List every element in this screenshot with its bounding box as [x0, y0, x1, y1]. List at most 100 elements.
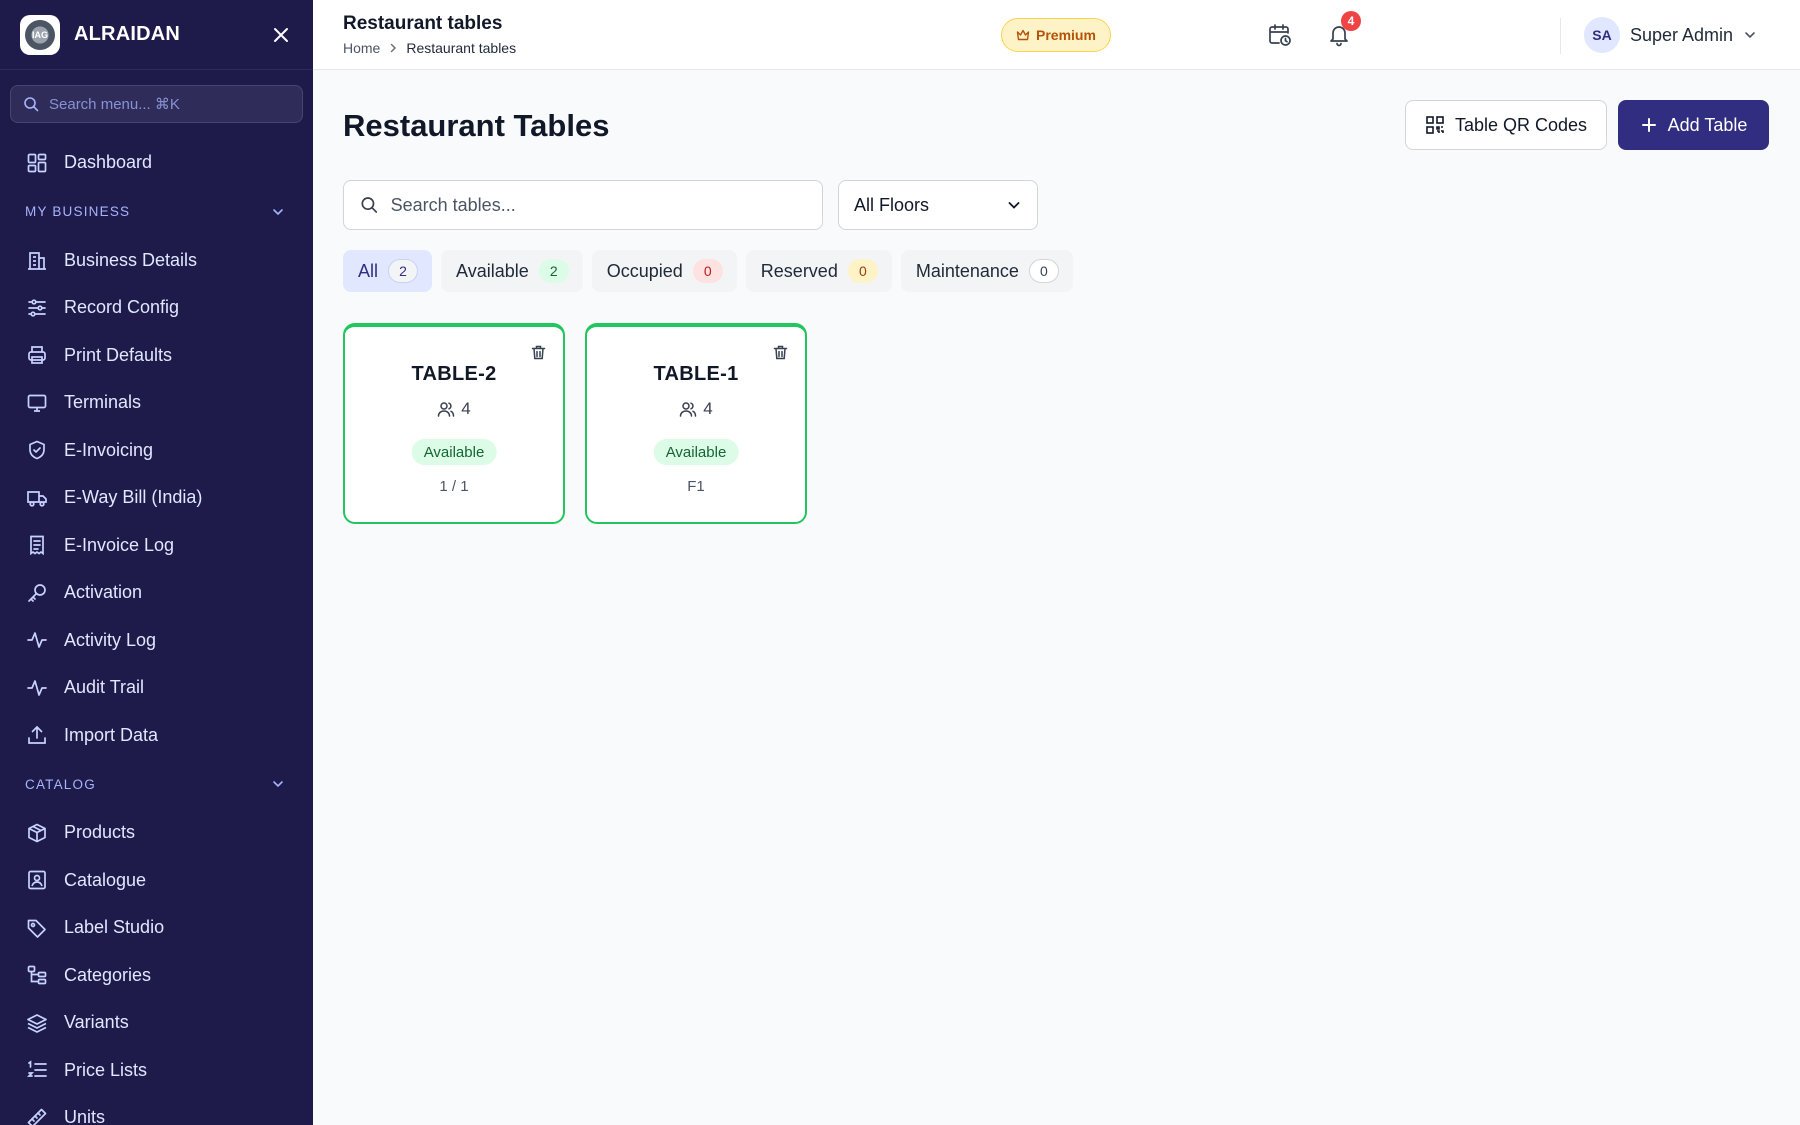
page-title: Restaurant tables	[343, 13, 503, 34]
user-menu[interactable]: SA Super Admin	[1584, 17, 1757, 53]
sidebar-item-price-lists[interactable]: Price Lists	[0, 1047, 313, 1095]
sidebar-section-catalog[interactable]: CATALOG	[0, 759, 313, 809]
delete-table-button[interactable]	[769, 341, 791, 363]
sidebar-item-units[interactable]: Units	[0, 1094, 313, 1125]
table-card[interactable]: TABLE-1 4 Available F1	[585, 323, 807, 524]
filter-label: Maintenance	[915, 260, 1019, 281]
sidebar-item-record-config[interactable]: Record Config	[0, 284, 313, 332]
image-icon	[28, 870, 46, 890]
calendar-schedule-button[interactable]	[1262, 17, 1298, 53]
sidebar-item-catalogue[interactable]: Catalogue	[0, 857, 313, 905]
sidebar-item-activation[interactable]: Activation	[0, 569, 313, 617]
sidebar-item-import-data[interactable]: Import Data	[0, 712, 313, 760]
main-heading: Restaurant Tables	[343, 108, 610, 143]
activity-icon	[27, 632, 47, 649]
table-qr-codes-button[interactable]: Table QR Codes	[1405, 100, 1607, 150]
filter-tab-all[interactable]: All 2	[343, 250, 433, 292]
crown-icon	[1016, 29, 1030, 41]
table-card[interactable]: TABLE-2 4 Available 1 / 1	[343, 323, 565, 524]
filter-count: 0	[1028, 259, 1059, 283]
sidebar-item-label: Business Details	[64, 249, 198, 270]
main-content: Restaurant Tables Table QR Codes Add Tab…	[313, 70, 1800, 1125]
seat-count: 4	[703, 399, 713, 418]
sidebar-item-label: Record Config	[64, 297, 180, 318]
building-icon	[28, 252, 46, 271]
sidebar-item-terminals[interactable]: Terminals	[0, 379, 313, 427]
status-badge: Available	[411, 439, 497, 465]
monitor-icon	[27, 394, 47, 412]
ruler-icon	[27, 1108, 47, 1125]
sidebar-item-label: Variants	[64, 1012, 129, 1033]
qr-code-icon	[1426, 116, 1444, 134]
brand-name: ALRAIDAN	[74, 23, 181, 45]
sidebar: IAG ALRAIDAN Dashboard MY BUSINESS Busin…	[0, 0, 313, 1125]
sidebar-item-print-defaults[interactable]: Print Defaults	[0, 332, 313, 380]
table-search-input[interactable]	[390, 194, 806, 216]
users-icon	[680, 402, 697, 417]
filter-tab-maintenance[interactable]: Maintenance 0	[900, 250, 1073, 292]
premium-label: Premium	[1036, 27, 1096, 43]
sidebar-section-my-business[interactable]: MY BUSINESS	[0, 187, 313, 237]
shield-check-icon	[29, 440, 45, 460]
filter-count: 2	[388, 259, 419, 283]
brand-logo[interactable]: IAG	[20, 14, 60, 55]
table-seats: 4	[345, 399, 563, 419]
chevron-down-icon	[273, 208, 283, 215]
sidebar-item-categories[interactable]: Categories	[0, 952, 313, 1000]
key-icon	[28, 583, 46, 602]
sidebar-item-business-details[interactable]: Business Details	[0, 237, 313, 285]
notifications-button[interactable]: 4	[1321, 11, 1361, 53]
sidebar-item-audit-trail[interactable]: Audit Trail	[0, 664, 313, 712]
sidebar-item-dashboard[interactable]: Dashboard	[0, 139, 313, 187]
sidebar-item-label: Activity Log	[64, 629, 157, 650]
floor-select-value: All Floors	[854, 194, 930, 215]
premium-badge[interactable]: Premium	[1001, 18, 1111, 52]
sidebar-item-variants[interactable]: Variants	[0, 999, 313, 1047]
receipt-icon	[30, 535, 44, 556]
upload-icon	[28, 726, 46, 745]
sidebar-item-label: Categories	[64, 964, 152, 985]
sidebar-item-label: Activation	[64, 582, 143, 603]
filter-label: Reserved	[760, 260, 838, 281]
sidebar-item-label-studio[interactable]: Label Studio	[0, 904, 313, 952]
truck-icon	[27, 490, 47, 507]
delete-table-button[interactable]	[527, 341, 549, 363]
sidebar-search[interactable]	[10, 85, 303, 123]
topbar-divider	[1560, 18, 1561, 54]
chevron-down-icon	[1008, 202, 1020, 209]
table-location: 1 / 1	[439, 478, 469, 495]
section-title: CATALOG	[25, 776, 96, 792]
users-icon	[438, 402, 455, 417]
search-icon	[361, 197, 378, 213]
sidebar-item-activity-log[interactable]: Activity Log	[0, 617, 313, 665]
filter-tab-available[interactable]: Available 2	[441, 250, 583, 292]
filter-count: 0	[692, 259, 723, 283]
sidebar-item-label: E-Way Bill (India)	[64, 487, 203, 508]
filter-label: All	[358, 260, 379, 281]
avatar: SA	[1584, 17, 1620, 53]
topbar: Restaurant tables Home Restaurant tables…	[313, 0, 1800, 70]
filter-count: 0	[847, 259, 878, 283]
sidebar-item-e-way-bill[interactable]: E-Way Bill (India)	[0, 474, 313, 522]
filter-tab-reserved[interactable]: Reserved 0	[745, 250, 892, 292]
add-table-button[interactable]: Add Table	[1618, 100, 1769, 150]
activity-icon	[27, 679, 47, 696]
sidebar-item-e-invoicing[interactable]: E-Invoicing	[0, 427, 313, 475]
sidebar-item-label: Catalogue	[64, 869, 147, 890]
sidebar-item-e-invoice-log[interactable]: E-Invoice Log	[0, 522, 313, 570]
table-name: TABLE-2	[411, 363, 497, 385]
sidebar-item-label: Products	[64, 822, 136, 843]
sidebar-item-products[interactable]: Products	[0, 809, 313, 857]
tag-icon	[27, 919, 46, 938]
sidebar-item-label: Dashboard	[64, 152, 153, 173]
breadcrumb-home-link[interactable]: Home	[343, 40, 380, 56]
close-sidebar-button[interactable]	[269, 23, 293, 47]
list-ordered-icon	[26, 1060, 47, 1078]
sidebar-item-label: Units	[64, 1107, 106, 1125]
table-search[interactable]	[343, 180, 823, 230]
trash-icon	[773, 345, 787, 359]
sidebar-search-input[interactable]	[49, 95, 290, 113]
floor-select[interactable]: All Floors	[838, 180, 1038, 230]
filter-tab-occupied[interactable]: Occupied 0	[591, 250, 737, 292]
sidebar-item-label: Terminals	[64, 392, 142, 413]
